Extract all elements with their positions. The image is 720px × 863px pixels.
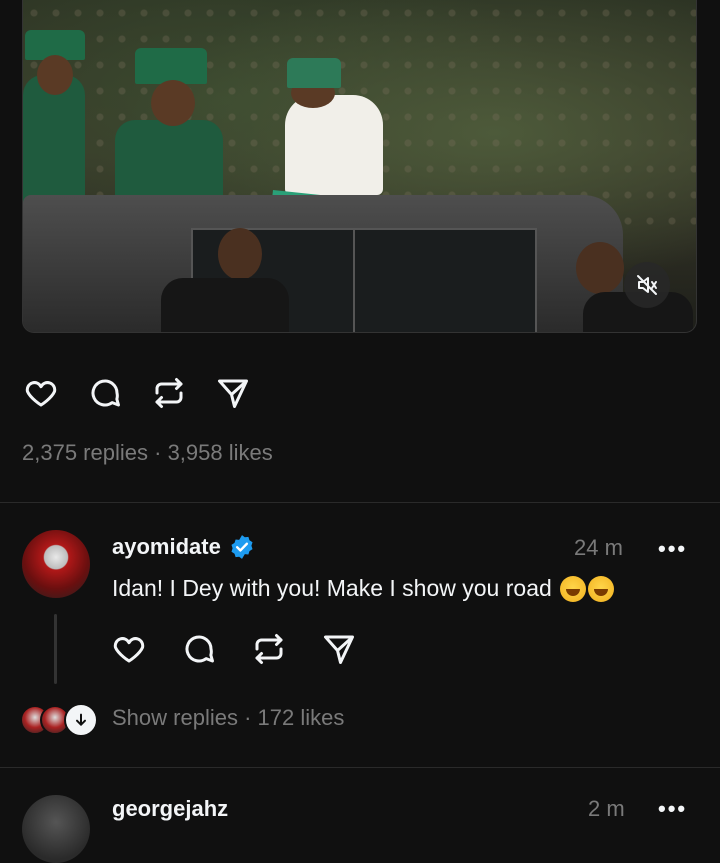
verified-badge-icon xyxy=(231,535,253,559)
repost-icon[interactable] xyxy=(150,374,188,412)
comment-time: 2 m xyxy=(588,796,625,821)
comment-text: Idan! I Dey with you! Make I show you ro… xyxy=(112,575,614,602)
speaker-muted-icon xyxy=(637,275,657,295)
grinning-sweat-emoji xyxy=(587,575,614,602)
aide-head xyxy=(218,228,262,280)
show-replies-row: Show replies · 172 likes xyxy=(112,705,344,731)
avatar[interactable] xyxy=(22,530,90,598)
grinning-sweat-emoji xyxy=(559,575,586,602)
heart-icon[interactable] xyxy=(22,374,60,412)
post-actions-bar xyxy=(22,374,252,412)
divider xyxy=(0,502,720,503)
thread-line xyxy=(54,614,57,684)
comment-username[interactable]: ayomidate xyxy=(112,534,255,560)
stats-separator: · xyxy=(154,440,162,465)
soldier-head xyxy=(151,80,195,126)
vehicle-window xyxy=(353,228,537,332)
avatar[interactable] xyxy=(22,795,90,863)
comment-icon[interactable] xyxy=(86,374,124,412)
repost-icon[interactable] xyxy=(250,630,288,668)
heart-icon[interactable] xyxy=(110,630,148,668)
aide-head xyxy=(576,242,624,294)
replies-count[interactable]: 2,375 replies xyxy=(22,440,148,465)
send-icon[interactable] xyxy=(214,374,252,412)
man-in-white-figure xyxy=(285,95,383,195)
comment-username[interactable]: georgejahz xyxy=(112,796,228,822)
username-text[interactable]: ayomidate xyxy=(112,534,221,560)
likes-count[interactable]: 3,958 likes xyxy=(168,440,273,465)
divider xyxy=(0,767,720,768)
show-replies-link[interactable]: Show replies xyxy=(112,705,238,730)
comment-likes[interactable]: 172 likes xyxy=(258,705,345,730)
stats-separator: · xyxy=(244,705,252,730)
more-options-icon[interactable]: ••• xyxy=(658,536,687,562)
arrow-down-icon xyxy=(64,703,98,737)
post-stats: 2,375 replies · 3,958 likes xyxy=(22,440,273,466)
mute-button[interactable] xyxy=(624,262,670,308)
post-media-image[interactable] xyxy=(22,0,697,333)
comment-actions-bar xyxy=(110,630,358,668)
comment-time: 24 m xyxy=(574,535,623,560)
comment-body: Idan! I Dey with you! Make I show you ro… xyxy=(112,575,552,601)
aide-suit xyxy=(161,278,289,332)
man-cap xyxy=(287,58,341,88)
soldier-cap xyxy=(135,48,207,84)
send-icon[interactable] xyxy=(320,630,358,668)
more-options-icon[interactable]: ••• xyxy=(658,796,687,822)
comment-icon[interactable] xyxy=(180,630,218,668)
reply-avatars[interactable] xyxy=(20,703,98,737)
soldier-head xyxy=(37,55,73,95)
